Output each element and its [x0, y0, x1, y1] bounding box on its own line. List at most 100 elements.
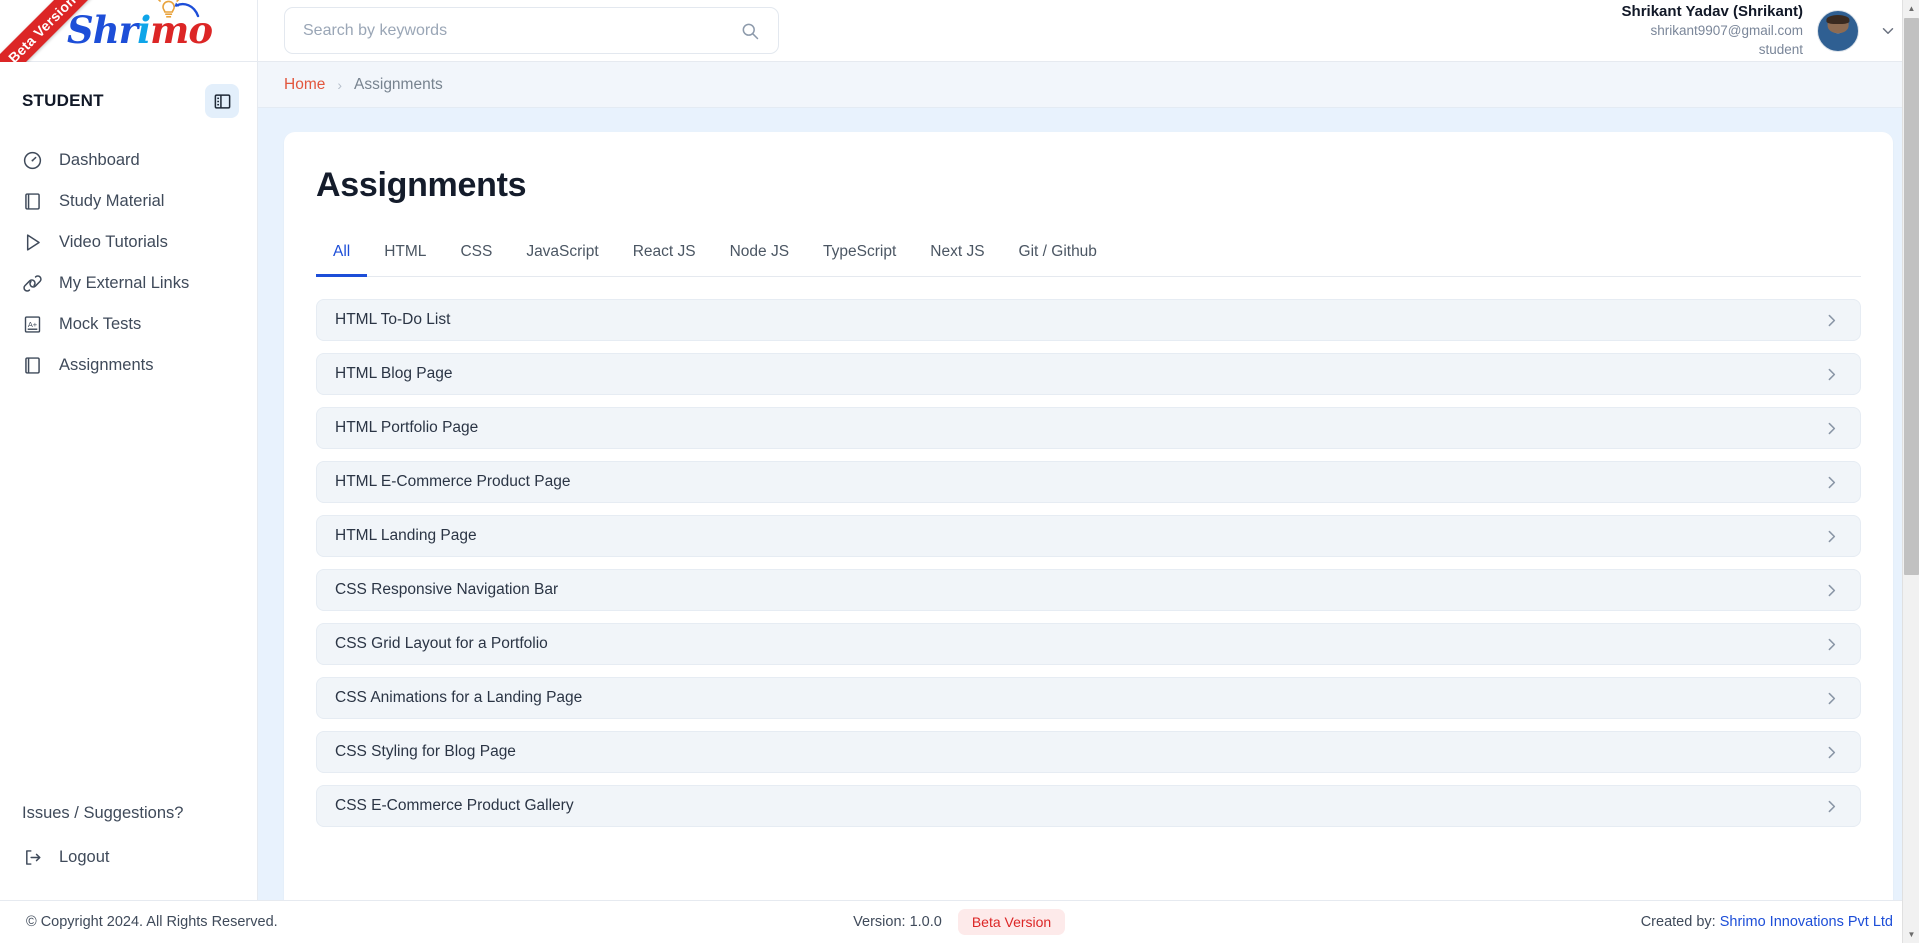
logout-label: Logout — [59, 848, 110, 866]
chevron-right-icon — [1828, 746, 1836, 758]
main-area: Home › Assignments Assignments All HTML … — [258, 62, 1919, 900]
footer-center: Version: 1.0.0 Beta Version — [278, 909, 1641, 935]
user-menu-toggle[interactable] — [1873, 16, 1903, 46]
play-triangle-icon — [26, 234, 40, 251]
tab-javascript[interactable]: JavaScript — [509, 233, 615, 277]
assignment-row[interactable]: HTML Blog Page — [316, 353, 1861, 395]
assignment-row[interactable]: CSS Grid Layout for a Portfolio — [316, 623, 1861, 665]
tab-html[interactable]: HTML — [367, 233, 443, 277]
logo-text-part1: Shr — [66, 8, 138, 52]
tab-css[interactable]: CSS — [443, 233, 509, 277]
assignment-row[interactable]: CSS Styling for Blog Page — [316, 731, 1861, 773]
top-bar: Beta Version Shrimo Search by keywords S… — [0, 0, 1919, 62]
logout-icon — [26, 850, 41, 865]
tab-all[interactable]: All — [316, 233, 368, 277]
assignment-row[interactable]: HTML Landing Page — [316, 515, 1861, 557]
app-root: Beta Version Shrimo Search by keywords S… — [0, 0, 1919, 943]
chevron-right-icon — [1828, 584, 1836, 596]
search-input[interactable] — [303, 21, 740, 40]
user-menu[interactable]: Shrikant Yadav (Shrikant) shrikant9907@g… — [1622, 2, 1919, 59]
sidebar-item-label: Study Material — [59, 192, 165, 210]
assignment-title: CSS Grid Layout for a Portfolio — [335, 635, 548, 652]
chevron-right-icon — [1828, 422, 1836, 434]
search-icon[interactable] — [740, 21, 760, 41]
svg-text:A+: A+ — [28, 320, 37, 329]
scroll-up-arrow-icon[interactable]: ▲ — [1903, 0, 1919, 17]
assignment-title: HTML Landing Page — [335, 527, 477, 544]
user-name: Shrikant Yadav (Shrikant) — [1621, 3, 1803, 21]
assignments-list: HTML To-Do List HTML Blog Page HTML Port… — [316, 299, 1861, 827]
assignment-row[interactable]: HTML Portfolio Page — [316, 407, 1861, 449]
user-role: student — [1758, 41, 1803, 57]
gauge-icon — [23, 151, 42, 170]
breadcrumb-separator-icon: › — [337, 76, 343, 93]
logout-button[interactable]: Logout — [0, 837, 257, 878]
footer-company-link[interactable]: Shrimo Innovations Pvt Ltd — [1720, 914, 1893, 930]
chevron-right-icon — [1828, 368, 1836, 380]
sidebar-item-dashboard[interactable]: Dashboard — [0, 140, 257, 181]
sidebar-item-label: Assignments — [59, 356, 154, 374]
issues-suggestions-link[interactable]: Issues / Suggestions? — [0, 794, 257, 837]
book-icon — [25, 193, 40, 210]
assignments-card: Assignments All HTML CSS JavaScript Reac… — [284, 132, 1893, 900]
sidebar-item-label: My External Links — [59, 274, 190, 292]
sidebar-footer: Issues / Suggestions? Logout — [0, 794, 257, 900]
tab-typescript[interactable]: TypeScript — [806, 233, 913, 277]
app-logo[interactable]: Shrimo — [67, 0, 213, 49]
sidebar-header: STUDENT — [0, 78, 257, 130]
breadcrumb-home[interactable]: Home — [284, 76, 325, 94]
content-scroll-area[interactable]: Assignments All HTML CSS JavaScript Reac… — [258, 108, 1919, 900]
scroll-down-arrow-icon[interactable]: ▼ — [1903, 926, 1919, 943]
footer-created-by-label: Created by: — [1640, 914, 1716, 930]
user-meta: Shrikant Yadav (Shrikant) shrikant9907@g… — [1622, 2, 1803, 59]
user-email: shrikant9907@gmail.com — [1650, 23, 1803, 39]
assignment-title: HTML To-Do List — [335, 311, 451, 328]
chevron-right-icon — [1828, 530, 1836, 542]
search-zone — [258, 7, 779, 54]
assignment-title: CSS Responsive Navigation Bar — [335, 581, 559, 598]
lightbulb-arrow-icon — [157, 0, 200, 18]
book-icon — [25, 357, 40, 374]
sidebar-item-video-tutorials[interactable]: Video Tutorials — [0, 222, 257, 263]
assignment-title: CSS Styling for Blog Page — [335, 743, 516, 760]
assignment-title: CSS Animations for a Landing Page — [335, 689, 583, 706]
sidebar-item-assignments[interactable]: Assignments — [0, 345, 257, 386]
sidebar-collapse-button[interactable] — [205, 84, 239, 118]
chevron-right-icon — [1828, 638, 1836, 650]
sidebar-item-study-material[interactable]: Study Material — [0, 181, 257, 222]
sidebar-item-mock-tests[interactable]: A+ Mock Tests — [0, 304, 257, 345]
assignment-row[interactable]: HTML To-Do List — [316, 299, 1861, 341]
search-box[interactable] — [284, 7, 779, 54]
tab-react-js[interactable]: React JS — [616, 233, 713, 277]
assignment-row[interactable]: CSS Animations for a Landing Page — [316, 677, 1861, 719]
tab-next-js[interactable]: Next JS — [913, 233, 1001, 277]
scrollbar-thumb[interactable] — [1904, 18, 1919, 575]
avatar[interactable] — [1817, 9, 1859, 52]
footer-copyright: © Copyright 2024. All Rights Reserved. — [26, 914, 278, 930]
assignment-row[interactable]: CSS E-Commerce Product Gallery — [316, 785, 1861, 827]
sidebar-title: STUDENT — [22, 91, 104, 110]
page-title: Assignments — [316, 166, 527, 204]
chevron-right-icon — [1828, 314, 1836, 326]
chevron-right-icon — [1828, 800, 1836, 812]
logo-text-part2: i — [137, 8, 151, 52]
tab-git-github[interactable]: Git / Github — [1002, 233, 1114, 277]
tab-node-js[interactable]: Node JS — [713, 233, 806, 277]
sidebar-item-label: Dashboard — [59, 151, 140, 169]
sidebar: STUDENT Dashboard Study Material Video T… — [0, 62, 258, 900]
assignment-title: HTML Blog Page — [335, 365, 453, 382]
chevron-right-icon — [1828, 692, 1836, 704]
sidebar-item-my-external-links[interactable]: My External Links — [0, 263, 257, 304]
exam-paper-icon: A+ — [24, 316, 41, 333]
sidebar-item-label: Video Tutorials — [59, 233, 168, 251]
breadcrumb: Home › Assignments — [258, 62, 1919, 108]
chevron-right-icon — [1828, 476, 1836, 488]
page-scrollbar[interactable]: ▲ ▼ — [1902, 0, 1919, 943]
sidebar-nav: Dashboard Study Material Video Tutorials — [0, 140, 257, 386]
sidebar-item-label: Mock Tests — [59, 315, 142, 333]
panel-toggle-icon — [214, 93, 230, 109]
assignment-row[interactable]: HTML E-Commerce Product Page — [316, 461, 1861, 503]
assignment-row[interactable]: CSS Responsive Navigation Bar — [316, 569, 1861, 611]
body-row: STUDENT Dashboard Study Material Video T… — [0, 62, 1919, 900]
assignment-title: CSS E-Commerce Product Gallery — [335, 797, 574, 814]
